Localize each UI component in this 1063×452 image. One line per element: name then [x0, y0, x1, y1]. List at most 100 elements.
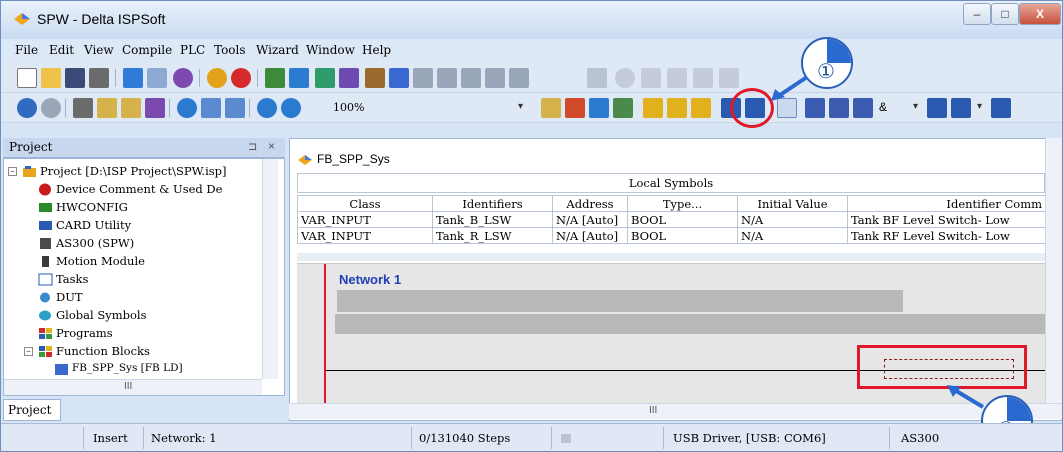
collapse-project-icon[interactable]: −	[8, 167, 17, 176]
cell-class[interactable]: VAR_INPUT	[297, 211, 433, 228]
address-icon[interactable]	[541, 98, 561, 118]
edit-online-icon[interactable]	[365, 68, 385, 88]
cell-identifier[interactable]: Tank_R_LSW	[432, 227, 553, 244]
cell-address[interactable]: N/A [Auto]	[552, 227, 628, 244]
zoom-out-icon[interactable]	[281, 98, 301, 118]
tree-vertical-scrollbar[interactable]	[262, 159, 278, 379]
window-icon[interactable]	[147, 68, 167, 88]
tree-item-motion-module[interactable]: Motion Module	[56, 254, 145, 268]
new-file-icon[interactable]	[17, 68, 37, 88]
layout-icon[interactable]	[123, 68, 143, 88]
tab-fb-spp-sys[interactable]: FB_SPP_Sys	[297, 149, 427, 171]
cell-type[interactable]: BOOL	[627, 227, 738, 244]
disabled-tool2-icon[interactable]	[615, 68, 635, 88]
comm-icon[interactable]	[413, 68, 433, 88]
copy-icon[interactable]	[97, 98, 117, 118]
minimize-button[interactable]: –	[963, 3, 991, 25]
cell-comment[interactable]: Tank RF Level Switch- Low	[847, 227, 1046, 244]
find-icon[interactable]	[177, 98, 197, 118]
forward-icon[interactable]	[41, 98, 61, 118]
tree-item-global-symbols[interactable]: Global Symbols	[56, 308, 146, 322]
comment2-icon[interactable]	[667, 98, 687, 118]
zoom-level[interactable]: 100%	[333, 101, 364, 114]
function-block-icon[interactable]	[991, 98, 1011, 118]
disabled-tool-icon[interactable]	[587, 68, 607, 88]
collapse-function-blocks-icon[interactable]: −	[24, 347, 33, 356]
goto-icon[interactable]	[225, 98, 245, 118]
zoom-in-icon[interactable]	[257, 98, 277, 118]
open-folder-icon[interactable]	[41, 68, 61, 88]
menu-wizard[interactable]: Wizard	[256, 43, 299, 57]
menu-file[interactable]: File	[15, 43, 38, 57]
cell-identifier[interactable]: Tank_B_LSW	[432, 211, 553, 228]
menu-window[interactable]: Window	[306, 43, 355, 57]
tree-item-card-utility[interactable]: CARD Utility	[56, 218, 131, 232]
splitter-handle[interactable]	[297, 253, 1045, 261]
disabled-tool3-icon[interactable]	[641, 68, 661, 88]
and-operator-icon[interactable]: &	[879, 100, 887, 114]
column-header-identifier-comment[interactable]: Identifier Comm	[847, 195, 1046, 212]
menu-tools[interactable]: Tools	[214, 43, 246, 57]
view-mode2-icon[interactable]	[589, 98, 609, 118]
vline-icon[interactable]	[951, 98, 971, 118]
line-dropdown-icon[interactable]: ▾	[977, 101, 982, 112]
diamond-icon[interactable]	[173, 68, 193, 88]
save-icon[interactable]	[65, 68, 85, 88]
back-icon[interactable]	[17, 98, 37, 118]
block-icon[interactable]	[853, 98, 873, 118]
replace-icon[interactable]	[201, 98, 221, 118]
view-mode3-icon[interactable]	[613, 98, 633, 118]
monitor-icon[interactable]	[339, 68, 359, 88]
table-row[interactable]: VAR_INPUT Tank_B_LSW N/A [Auto] BOOL N/A…	[297, 211, 1046, 228]
rung-comment-bar[interactable]	[335, 314, 1045, 334]
comment3-icon[interactable]	[691, 98, 711, 118]
cell-comment[interactable]: Tank BF Level Switch- Low	[847, 211, 1046, 228]
zoom-dropdown-icon[interactable]: ▾	[518, 101, 523, 112]
cell-address[interactable]: N/A [Auto]	[552, 211, 628, 228]
column-header-type[interactable]: Type...	[627, 195, 738, 212]
maximize-button[interactable]: □	[991, 3, 1019, 25]
menu-view[interactable]: View	[84, 43, 114, 57]
menu-compile[interactable]: Compile	[122, 43, 172, 57]
disabled-tool4-icon[interactable]	[667, 68, 687, 88]
comm3-icon[interactable]	[461, 68, 481, 88]
device-icon[interactable]	[389, 68, 409, 88]
comm4-icon[interactable]	[485, 68, 505, 88]
disabled-tool5-icon[interactable]	[693, 68, 713, 88]
operator-dropdown-icon[interactable]: ▾	[913, 101, 918, 112]
column-header-initial-value[interactable]: Initial Value	[737, 195, 848, 212]
comm2-icon[interactable]	[437, 68, 457, 88]
stop-icon[interactable]	[231, 68, 251, 88]
print-icon[interactable]	[89, 68, 109, 88]
tree-item-tasks[interactable]: Tasks	[56, 272, 88, 286]
comm5-icon[interactable]	[509, 68, 529, 88]
online-monitor-icon[interactable]	[315, 68, 335, 88]
editor-vertical-scrollbar[interactable]	[1045, 138, 1062, 403]
close-button[interactable]: X	[1019, 3, 1061, 25]
disabled-tool6-icon[interactable]	[719, 68, 739, 88]
cell-initial-value[interactable]: N/A	[737, 227, 848, 244]
cut-icon[interactable]	[73, 98, 93, 118]
cell-type[interactable]: BOOL	[627, 211, 738, 228]
cell-class[interactable]: VAR_INPUT	[297, 227, 433, 244]
tree-item-device-comment[interactable]: Device Comment & Used De	[56, 182, 222, 196]
tree-item-dut[interactable]: DUT	[56, 290, 83, 304]
project-tab[interactable]: Project	[3, 399, 61, 421]
tree-item-project[interactable]: Project [D:\ISP Project\SPW.isp]	[40, 164, 227, 178]
tree-item-fb-spp-sys[interactable]: FB_SPP_Sys [FB LD]	[72, 362, 183, 374]
comment-icon[interactable]	[643, 98, 663, 118]
tree-horizontal-scrollbar[interactable]: III	[4, 379, 262, 395]
hline-icon[interactable]	[927, 98, 947, 118]
view-mode-icon[interactable]	[565, 98, 585, 118]
network-comment-bar[interactable]	[337, 290, 903, 312]
eraser-icon[interactable]	[145, 98, 165, 118]
cell-initial-value[interactable]: N/A	[737, 211, 848, 228]
menu-edit[interactable]: Edit	[49, 43, 74, 57]
table-row[interactable]: VAR_INPUT Tank_R_LSW N/A [Auto] BOOL N/A…	[297, 227, 1046, 244]
coil-icon[interactable]	[829, 98, 849, 118]
column-header-class[interactable]: Class	[297, 195, 433, 212]
menu-help[interactable]: Help	[362, 43, 391, 57]
tree-item-hwconfig[interactable]: HWCONFIG	[56, 200, 128, 214]
tree-item-as300[interactable]: AS300 (SPW)	[56, 236, 134, 250]
run-icon[interactable]	[207, 68, 227, 88]
